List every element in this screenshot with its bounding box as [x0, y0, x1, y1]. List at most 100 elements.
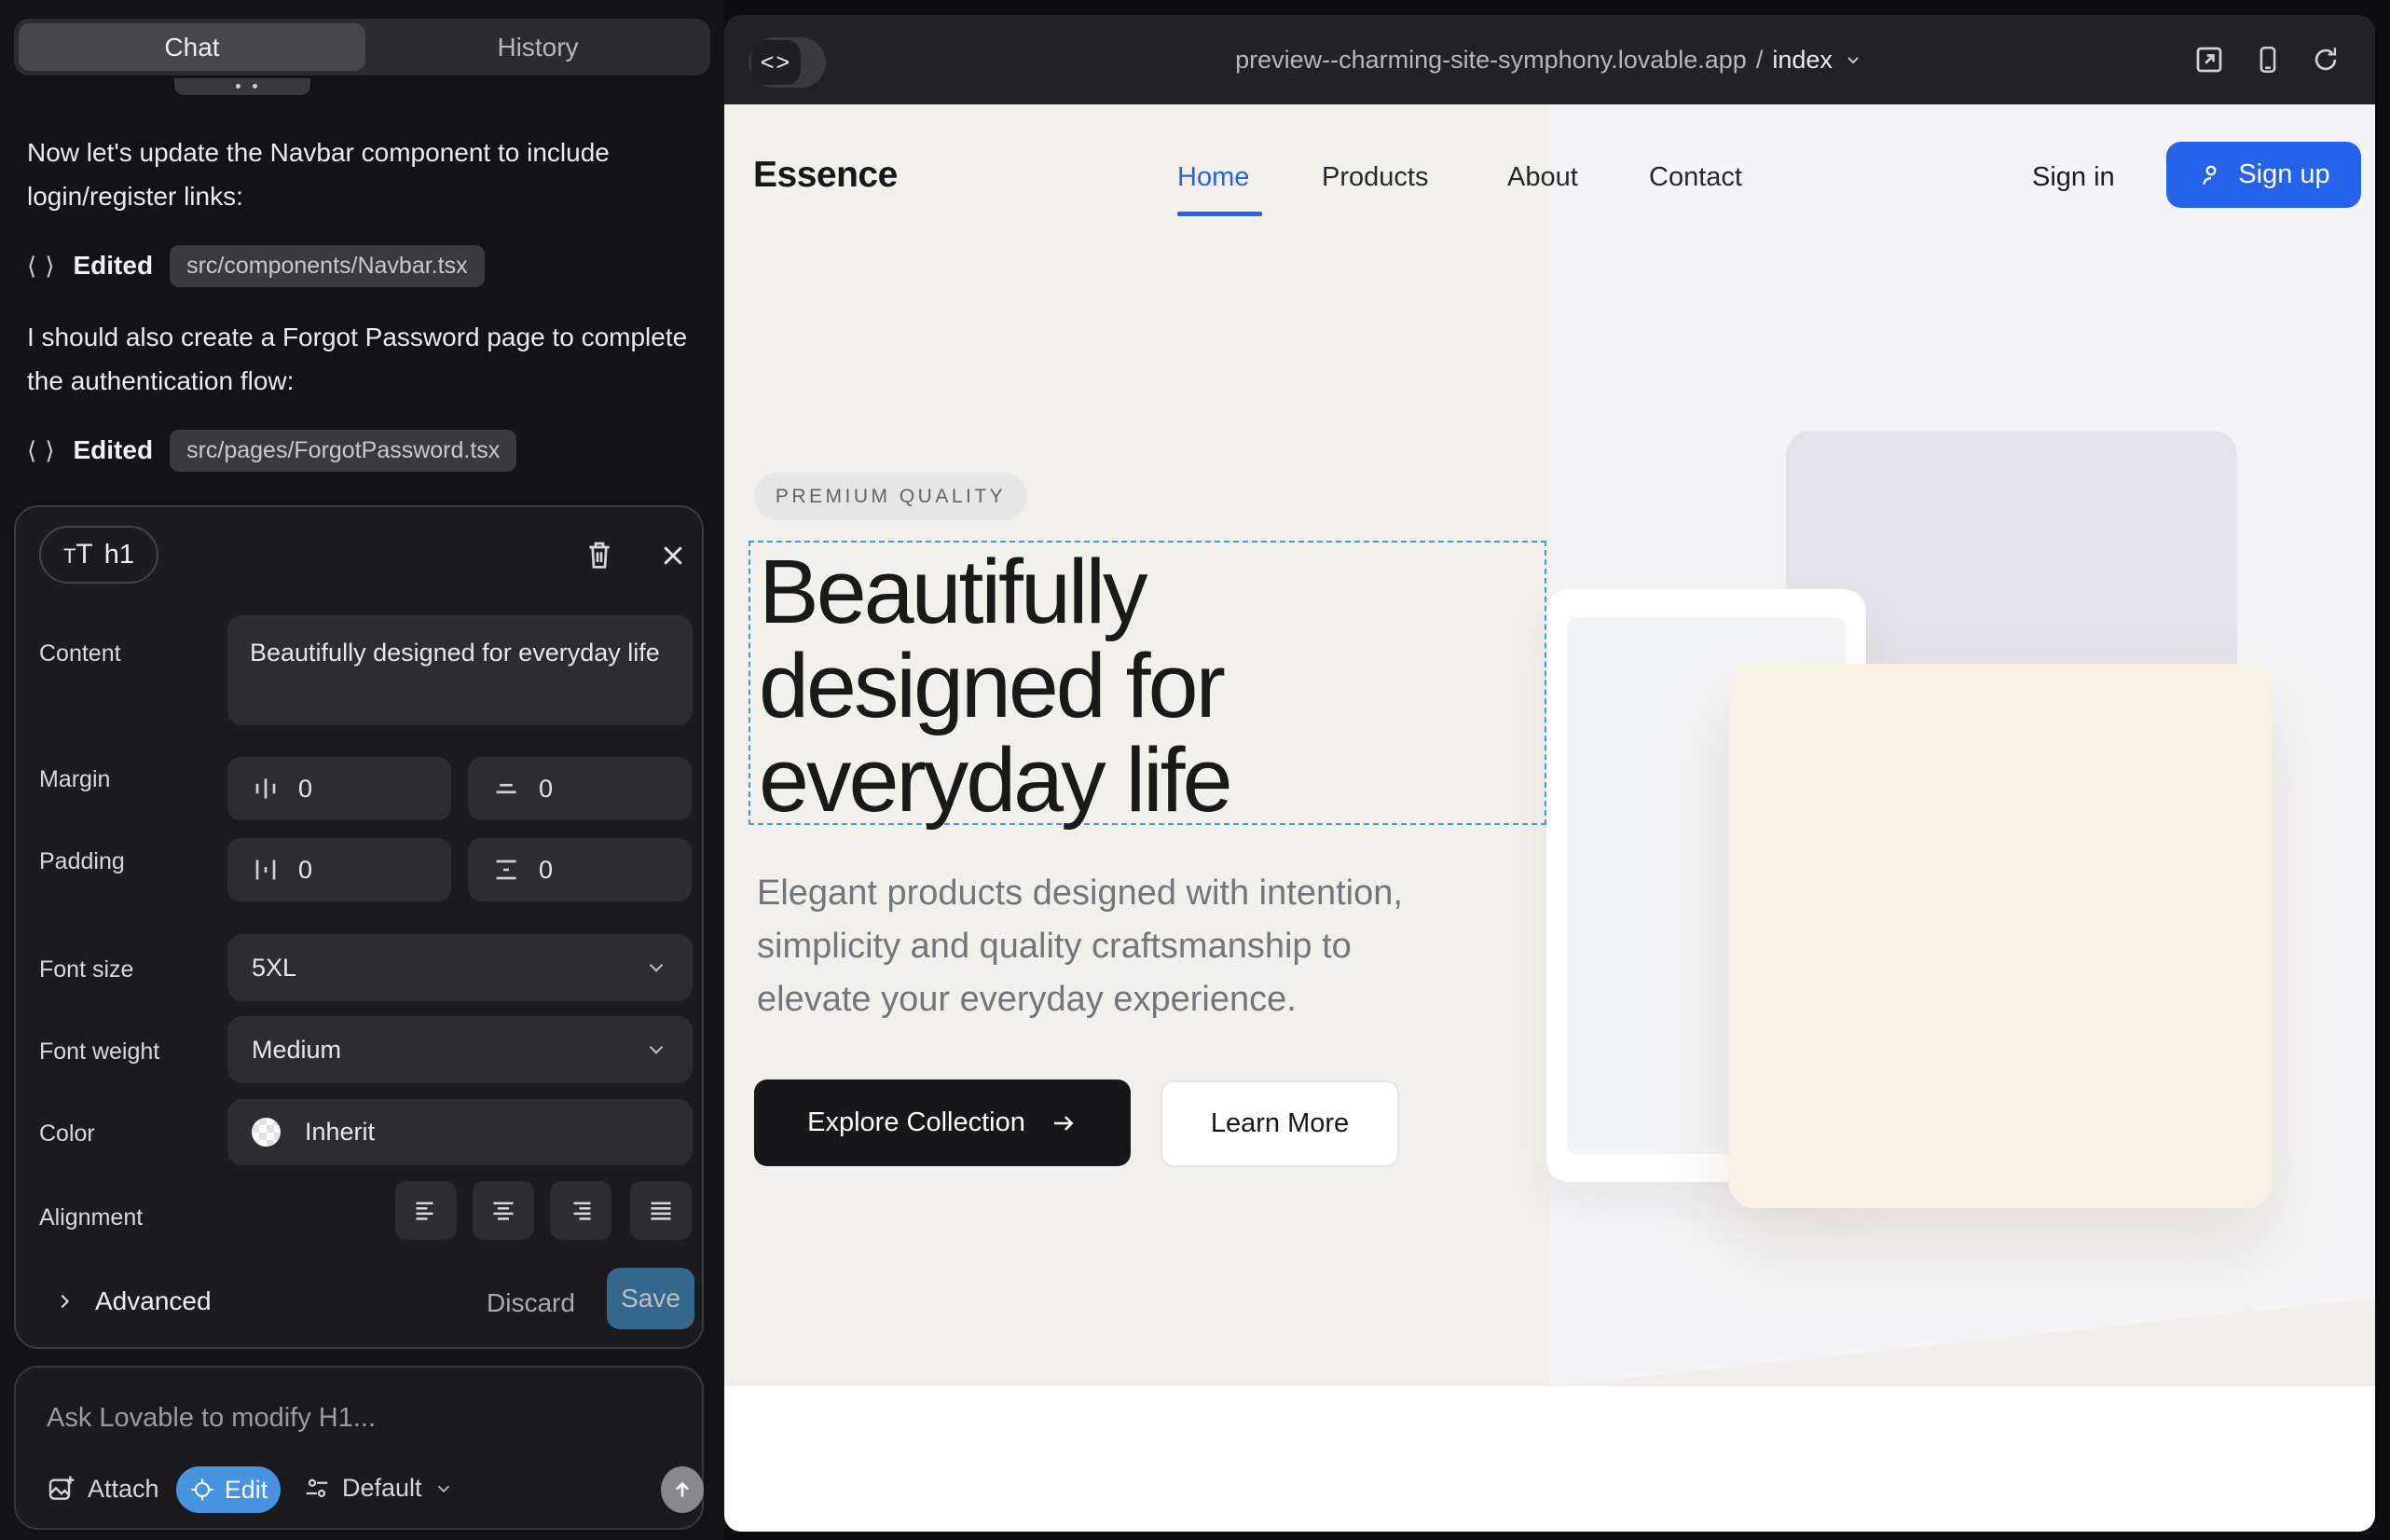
- align-justify-button[interactable]: [630, 1181, 692, 1240]
- discard-button[interactable]: Discard: [487, 1288, 575, 1318]
- paragraph-line: elevate your everyday experience.: [757, 973, 1403, 1026]
- dot: [253, 84, 257, 89]
- topbar-actions: [2192, 43, 2342, 76]
- margin-y-input[interactable]: 0: [468, 757, 692, 820]
- code-icon: ⟨ ⟩: [27, 252, 57, 281]
- trash-icon: [584, 538, 614, 571]
- align-justify-icon: [647, 1197, 675, 1225]
- hero-paragraph: Elegant products designed with intention…: [757, 867, 1403, 1026]
- attach-button[interactable]: Attach: [47, 1474, 159, 1504]
- sign-in-link[interactable]: Sign in: [2032, 162, 2115, 193]
- edited-file-row[interactable]: ⟨ ⟩ Edited src/pages/ForgotPassword.tsx: [27, 429, 516, 472]
- mobile-view-icon[interactable]: [2252, 43, 2284, 76]
- model-selector[interactable]: Default: [303, 1474, 454, 1503]
- composer-placeholder[interactable]: Ask Lovable to modify H1...: [47, 1403, 376, 1434]
- align-center-button[interactable]: [473, 1181, 534, 1240]
- arrow-right-icon: [1050, 1109, 1078, 1137]
- text-size-icon: TT: [63, 539, 93, 571]
- dot: [236, 84, 240, 89]
- preview-topbar: preview--charming-site-symphony.lovable.…: [724, 15, 2375, 104]
- color-label: Color: [39, 1121, 95, 1148]
- advanced-label: Advanced: [95, 1286, 212, 1316]
- preview-browser-pane: preview--charming-site-symphony.lovable.…: [724, 15, 2375, 1532]
- refresh-icon[interactable]: [2310, 43, 2342, 76]
- padding-x-input[interactable]: 0: [227, 838, 451, 901]
- tab-chat[interactable]: Chat: [19, 23, 365, 71]
- open-external-icon[interactable]: [2192, 43, 2226, 76]
- padding-y-value: 0: [539, 856, 553, 885]
- sliders-icon: [303, 1475, 331, 1503]
- close-panel-button[interactable]: [659, 542, 687, 570]
- headline-line: everyday life: [759, 733, 1230, 827]
- font-size-label: Font size: [39, 956, 133, 983]
- arrow-up-icon: [670, 1478, 694, 1502]
- paragraph-line: simplicity and quality craftsmanship to: [757, 920, 1403, 973]
- advanced-toggle[interactable]: Advanced: [54, 1286, 212, 1316]
- margin-vertical-icon: [492, 775, 520, 803]
- chat-message: Now let's update the Navbar component to…: [27, 131, 689, 218]
- padding-horizontal-icon: [252, 856, 280, 884]
- code-toggle-icon[interactable]: <>: [751, 40, 801, 85]
- content-label: Content: [39, 640, 121, 667]
- font-size-select[interactable]: 5XL: [227, 934, 693, 1001]
- margin-x-value: 0: [298, 775, 312, 804]
- nav-link-products[interactable]: Products: [1322, 162, 1428, 193]
- font-weight-value: Medium: [252, 1036, 341, 1065]
- align-right-button[interactable]: [550, 1181, 611, 1240]
- margin-label: Margin: [39, 766, 110, 793]
- color-input[interactable]: Inherit: [227, 1099, 693, 1165]
- explore-collection-button[interactable]: Explore Collection: [754, 1079, 1131, 1166]
- chat-sidebar: Chat History Now let's update the Navbar…: [0, 0, 724, 1540]
- padding-label: Padding: [39, 848, 125, 875]
- chevron-right-icon: [54, 1291, 75, 1312]
- nav-link-contact[interactable]: Contact: [1649, 162, 1742, 193]
- chat-message: I should also create a Forgot Password p…: [27, 315, 689, 403]
- next-section: [724, 1386, 2375, 1532]
- code-preview-toggle[interactable]: <>: [749, 37, 826, 88]
- chevron-down-icon: [433, 1478, 454, 1499]
- close-icon: [659, 542, 687, 570]
- chat-composer[interactable]: Ask Lovable to modify H1... Attach: [14, 1366, 704, 1530]
- headline-line: designed for: [759, 639, 1230, 733]
- paragraph-line: Elegant products designed with intention…: [757, 867, 1403, 920]
- align-left-icon: [412, 1197, 440, 1225]
- edit-mode-button[interactable]: Edit: [176, 1466, 281, 1513]
- color-value: Inherit: [305, 1118, 375, 1147]
- margin-x-input[interactable]: 0: [227, 757, 451, 820]
- tab-history-label: History: [497, 33, 578, 62]
- padding-y-input[interactable]: 0: [468, 838, 692, 901]
- content-textarea[interactable]: Beautifully designed for everyday life: [227, 615, 693, 725]
- learn-more-button[interactable]: Learn More: [1161, 1080, 1399, 1167]
- nav-link-about[interactable]: About: [1507, 162, 1578, 193]
- chevron-down-icon[interactable]: [1842, 48, 1864, 71]
- delete-element-button[interactable]: [584, 538, 614, 571]
- decor-card-beige: [1729, 664, 2272, 1208]
- hero-headline[interactable]: Beautifully designed for everyday life: [759, 544, 1230, 827]
- sign-up-button[interactable]: Sign up: [2166, 142, 2361, 208]
- send-button[interactable]: [661, 1466, 704, 1513]
- edited-file-row[interactable]: ⟨ ⟩ Edited src/components/Navbar.tsx: [27, 244, 485, 287]
- learn-more-label: Learn More: [1211, 1108, 1349, 1139]
- nav-link-home[interactable]: Home: [1177, 162, 1249, 193]
- selected-element-pill: TT h1: [39, 526, 158, 584]
- align-left-button[interactable]: [395, 1181, 457, 1240]
- save-button[interactable]: Save: [607, 1268, 694, 1329]
- alignment-label: Alignment: [39, 1204, 143, 1231]
- preview-url: preview--charming-site-symphony.lovable.…: [1235, 46, 1747, 75]
- attach-label: Attach: [88, 1475, 159, 1504]
- sidebar-tabbar: Chat History: [14, 19, 710, 76]
- file-chip[interactable]: src/pages/ForgotPassword.tsx: [170, 430, 516, 472]
- premium-quality-badge: PREMIUM QUALITY: [754, 473, 1027, 520]
- chevron-down-icon: [644, 1038, 668, 1062]
- scrolled-chip-peek: [174, 78, 310, 95]
- site-logo[interactable]: Essence: [753, 155, 898, 196]
- font-weight-select[interactable]: Medium: [227, 1016, 693, 1083]
- file-chip[interactable]: src/components/Navbar.tsx: [170, 245, 485, 287]
- page-name: index: [1772, 46, 1833, 75]
- align-center-icon: [489, 1197, 517, 1225]
- tab-history[interactable]: History: [365, 19, 710, 76]
- url-separator: /: [1756, 46, 1764, 75]
- margin-horizontal-icon: [252, 775, 280, 803]
- url-bar[interactable]: preview--charming-site-symphony.lovable.…: [724, 15, 2375, 104]
- edit-label: Edit: [225, 1476, 268, 1505]
